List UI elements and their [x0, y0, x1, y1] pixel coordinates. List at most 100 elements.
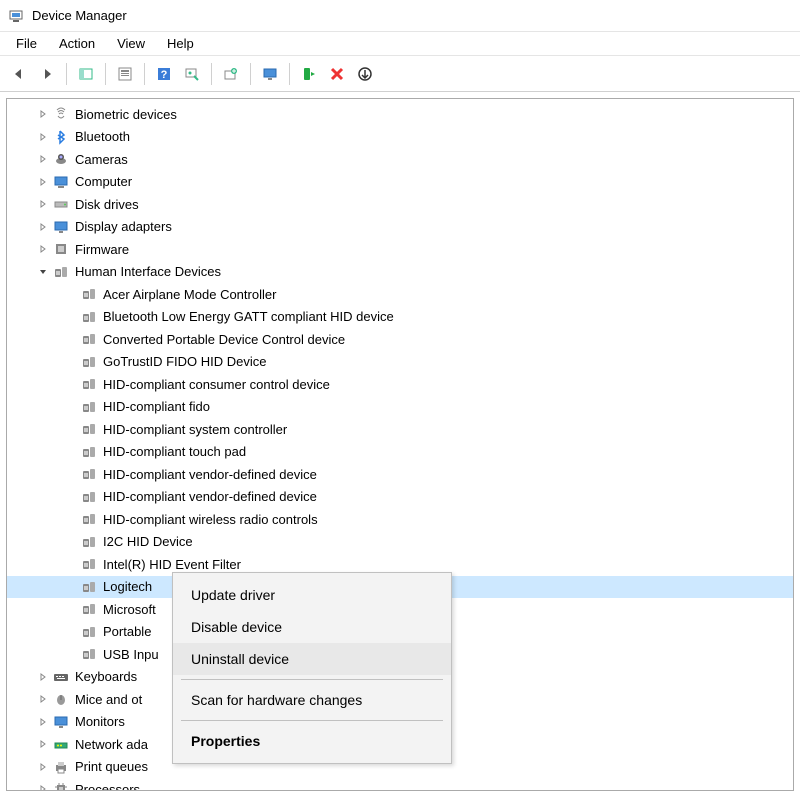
- processor-icon: [53, 781, 69, 791]
- ctx-uninstall-device[interactable]: Uninstall device: [173, 643, 451, 675]
- tree-category[interactable]: Cameras: [7, 148, 793, 171]
- chevron-right-icon[interactable]: [35, 736, 51, 752]
- tree-category[interactable]: Computer: [7, 171, 793, 194]
- tree-device-label: Portable: [103, 624, 151, 639]
- menu-view[interactable]: View: [107, 34, 155, 53]
- tree-category[interactable]: Disk drives: [7, 193, 793, 216]
- tree-category[interactable]: Human Interface Devices: [7, 261, 793, 284]
- tree-category-label: Human Interface Devices: [75, 264, 221, 279]
- help-button[interactable]: ?: [151, 61, 177, 87]
- chevron-right-icon[interactable]: [35, 669, 51, 685]
- firmware-icon: [53, 241, 69, 257]
- tree-device-label: HID-compliant fido: [103, 399, 210, 414]
- chevron-right-icon[interactable]: [35, 714, 51, 730]
- hid-icon: [81, 489, 97, 505]
- tree-category-label: Keyboards: [75, 669, 137, 684]
- hid-icon: [81, 579, 97, 595]
- tree-device[interactable]: I2C HID Device: [7, 531, 793, 554]
- update-driver-button[interactable]: [218, 61, 244, 87]
- ctx-update-driver[interactable]: Update driver: [173, 579, 451, 611]
- hid-icon: [81, 421, 97, 437]
- tree-device[interactable]: HID-compliant touch pad: [7, 441, 793, 464]
- printer-icon: [53, 759, 69, 775]
- hid-icon: [81, 511, 97, 527]
- tree-device[interactable]: Acer Airplane Mode Controller: [7, 283, 793, 306]
- back-button[interactable]: [6, 61, 32, 87]
- mouse-icon: [53, 691, 69, 707]
- tree-device-label: HID-compliant vendor-defined device: [103, 467, 317, 482]
- chevron-right-icon[interactable]: [35, 219, 51, 235]
- chevron-right-icon[interactable]: [35, 174, 51, 190]
- tree-device[interactable]: HID-compliant system controller: [7, 418, 793, 441]
- ctx-disable-device[interactable]: Disable device: [173, 611, 451, 643]
- hid-icon: [81, 444, 97, 460]
- chevron-right-icon[interactable]: [35, 129, 51, 145]
- window-title: Device Manager: [32, 8, 127, 23]
- uninstall-device-button[interactable]: [324, 61, 350, 87]
- ctx-scan-hardware[interactable]: Scan for hardware changes: [173, 684, 451, 716]
- hid-icon: [81, 354, 97, 370]
- chevron-down-icon[interactable]: [35, 264, 51, 280]
- tree-category-label: Processors: [75, 782, 140, 791]
- device-manager-icon: [8, 8, 24, 24]
- tree-device[interactable]: Bluetooth Low Energy GATT compliant HID …: [7, 306, 793, 329]
- tree-device[interactable]: GoTrustID FIDO HID Device: [7, 351, 793, 374]
- forward-button[interactable]: [34, 61, 60, 87]
- tree-device[interactable]: Converted Portable Device Control device: [7, 328, 793, 351]
- hid-icon: [53, 264, 69, 280]
- tree-device[interactable]: HID-compliant consumer control device: [7, 373, 793, 396]
- bluetooth-icon: [53, 129, 69, 145]
- toolbar-separator: [211, 63, 212, 85]
- tree-device[interactable]: HID-compliant vendor-defined device: [7, 463, 793, 486]
- enable-device-button[interactable]: [296, 61, 322, 87]
- tree-device-label: HID-compliant consumer control device: [103, 377, 330, 392]
- tree-device-label: HID-compliant wireless radio controls: [103, 512, 318, 527]
- menu-action[interactable]: Action: [49, 34, 105, 53]
- show-hide-console-button[interactable]: [73, 61, 99, 87]
- tree-category[interactable]: Display adapters: [7, 216, 793, 239]
- monitor-button[interactable]: [257, 61, 283, 87]
- properties-button[interactable]: [112, 61, 138, 87]
- menubar: File Action View Help: [0, 32, 800, 56]
- hid-icon: [81, 466, 97, 482]
- monitor-icon: [53, 714, 69, 730]
- tree-category-label: Monitors: [75, 714, 125, 729]
- tree-category-label: Bluetooth: [75, 129, 130, 144]
- chevron-right-icon[interactable]: [35, 691, 51, 707]
- tree-device-label: Microsoft: [103, 602, 156, 617]
- hid-icon: [81, 646, 97, 662]
- chevron-right-icon[interactable]: [35, 196, 51, 212]
- tree-device-label: GoTrustID FIDO HID Device: [103, 354, 266, 369]
- chevron-right-icon[interactable]: [35, 781, 51, 791]
- tree-category-label: Computer: [75, 174, 132, 189]
- tree-category[interactable]: Firmware: [7, 238, 793, 261]
- tree-device-label: Logitech: [103, 579, 152, 594]
- scan-hardware-button[interactable]: [179, 61, 205, 87]
- tree-category-label: Display adapters: [75, 219, 172, 234]
- tree-category[interactable]: Biometric devices: [7, 103, 793, 126]
- hid-icon: [81, 331, 97, 347]
- tree-device-label: I2C HID Device: [103, 534, 193, 549]
- tree-device[interactable]: HID-compliant fido: [7, 396, 793, 419]
- network-icon: [53, 736, 69, 752]
- chevron-right-icon[interactable]: [35, 106, 51, 122]
- chevron-right-icon[interactable]: [35, 241, 51, 257]
- tree-device[interactable]: HID-compliant wireless radio controls: [7, 508, 793, 531]
- ctx-properties[interactable]: Properties: [173, 725, 451, 757]
- camera-icon: [53, 151, 69, 167]
- hid-icon: [81, 399, 97, 415]
- svg-text:?: ?: [161, 69, 168, 81]
- disable-device-button[interactable]: [352, 61, 378, 87]
- menu-file[interactable]: File: [6, 34, 47, 53]
- tree-category[interactable]: Bluetooth: [7, 126, 793, 149]
- tree-category[interactable]: Processors: [7, 778, 793, 791]
- fingerprint-icon: [53, 106, 69, 122]
- chevron-right-icon[interactable]: [35, 759, 51, 775]
- context-menu: Update driver Disable device Uninstall d…: [172, 572, 452, 764]
- hid-icon: [81, 309, 97, 325]
- toolbar-separator: [289, 63, 290, 85]
- chevron-right-icon[interactable]: [35, 151, 51, 167]
- tree-device[interactable]: HID-compliant vendor-defined device: [7, 486, 793, 509]
- menu-help[interactable]: Help: [157, 34, 204, 53]
- tree-device-label: HID-compliant system controller: [103, 422, 287, 437]
